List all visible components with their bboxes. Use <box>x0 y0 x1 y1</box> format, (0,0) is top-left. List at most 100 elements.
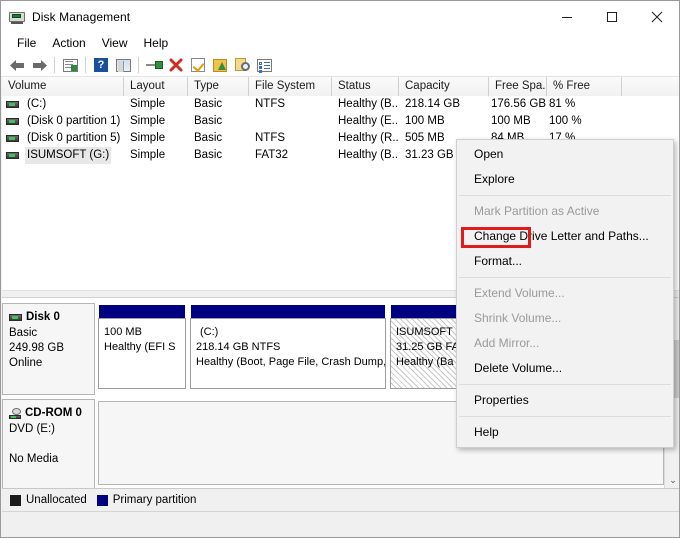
disk-state: Online <box>9 357 43 369</box>
cell-percent-free: 100 % <box>549 115 582 127</box>
disk-type: DVD (E:) <box>9 423 55 435</box>
context-menu-item-shrink-volume: Shrink Volume... <box>474 311 562 325</box>
partition-size: 100 MB <box>104 326 142 338</box>
cell-layout: Simple <box>130 149 166 161</box>
cell-volume: (Disk 0 partition 1) <box>2 113 124 130</box>
cd-rom-icon <box>9 408 22 419</box>
legend-swatch-primary-partition <box>96 494 108 506</box>
cell-status: Healthy (R... <box>338 132 399 144</box>
status-bar <box>2 511 679 537</box>
rescan-disks-icon[interactable] <box>143 55 165 76</box>
disk-header: CD-ROM 0 <box>9 406 94 421</box>
context-menu-item-explore[interactable]: Explore <box>457 167 673 192</box>
context-menu-item-format[interactable]: Format... <box>457 249 673 274</box>
window-controls <box>544 1 679 32</box>
legend-swatch-unallocated <box>10 494 21 506</box>
properties-icon[interactable] <box>253 55 275 76</box>
partition-size: 218.14 GB NTFS <box>196 341 281 353</box>
volume-list-header: Volume Layout Type File System Status Ca… <box>2 77 679 96</box>
cell-layout: Simple <box>130 132 166 144</box>
legend-label-unallocated: Unallocated <box>26 494 87 506</box>
menu-action[interactable]: Action <box>44 34 93 52</box>
column-header-free-space[interactable]: Free Spa... <box>489 77 547 96</box>
context-menu-separator <box>459 416 671 417</box>
menu-help[interactable]: Help <box>136 34 177 52</box>
cell-status: Healthy (E... <box>338 115 399 127</box>
context-menu-item-add-mirror: Add Mirror... <box>474 336 540 350</box>
toolbar-separator <box>85 57 86 73</box>
cell-layout: Simple <box>130 98 166 110</box>
toolbar-separator <box>54 57 55 73</box>
cell-status: Healthy (B... <box>338 149 399 161</box>
show-hide-console-tree-icon[interactable] <box>59 55 81 76</box>
context-menu-item-extend-volume: Extend Volume... <box>474 286 565 300</box>
column-header-layout[interactable]: Layout <box>124 77 188 96</box>
table-row[interactable]: (C:) Simple Basic NTFS Healthy (B... 218… <box>2 96 679 113</box>
cell-file-system: FAT32 <box>255 149 289 161</box>
cell-file-system: NTFS <box>255 132 286 144</box>
cell-free-space: 176.56 GB <box>491 98 546 110</box>
column-header-volume[interactable]: Volume <box>2 77 124 96</box>
properties-search-icon[interactable] <box>231 55 253 76</box>
close-button[interactable] <box>634 1 679 32</box>
disk-name: CD-ROM 0 <box>25 407 82 419</box>
cell-free-space: 100 MB <box>491 115 531 127</box>
legend-item-unallocated: Unallocated <box>10 494 87 506</box>
table-row[interactable]: (Disk 0 partition 1) Simple Basic Health… <box>2 113 679 130</box>
legend: Unallocated Primary partition <box>2 488 679 511</box>
column-header-capacity[interactable]: Capacity <box>399 77 489 96</box>
column-header-status[interactable]: Status <box>332 77 399 96</box>
menu-view[interactable]: View <box>94 34 136 52</box>
column-header-blank[interactable] <box>622 77 679 96</box>
context-menu-item-open[interactable]: Open <box>457 142 673 167</box>
cell-type: Basic <box>194 149 223 161</box>
menu-file[interactable]: File <box>9 34 44 52</box>
drive-icon <box>6 152 19 159</box>
help-icon[interactable]: ? <box>90 55 112 76</box>
cell-type: Basic <box>194 132 223 144</box>
disk-name: Disk 0 <box>26 311 60 323</box>
maximize-button[interactable] <box>589 1 634 32</box>
drive-icon <box>6 101 19 108</box>
column-header-file-system[interactable]: File System <box>249 77 332 96</box>
partition-body: 100 MB Healthy (EFI S <box>98 318 186 389</box>
disk-management-window: Disk Management File Action View Help ? … <box>0 0 680 538</box>
title-bar: Disk Management <box>1 1 679 32</box>
new-volume-icon[interactable] <box>209 55 231 76</box>
back-arrow-icon[interactable] <box>6 55 28 76</box>
cell-status: Healthy (B... <box>338 98 399 110</box>
partition-c[interactable]: (C:) 218.14 GB NTFS Healthy (Boot, Page … <box>190 305 386 389</box>
partition-efi[interactable]: 100 MB Healthy (EFI S <box>98 305 186 389</box>
delete-icon[interactable] <box>165 55 187 76</box>
cell-volume: (C:) <box>2 96 124 113</box>
chevron-down-icon[interactable]: ⌄ <box>665 475 679 486</box>
disk-info-cdrom0[interactable]: CD-ROM 0 DVD (E:) No Media <box>2 399 95 488</box>
context-menu-separator <box>459 195 671 196</box>
disk-header: Disk 0 <box>9 310 94 325</box>
disk-state: No Media <box>9 453 59 465</box>
cell-layout: Simple <box>130 115 166 127</box>
column-header-type[interactable]: Type <box>188 77 249 96</box>
partition-color-bar <box>190 305 386 318</box>
context-menu-item-properties[interactable]: Properties <box>457 388 673 413</box>
legend-item-primary-partition: Primary partition <box>96 494 196 506</box>
context-menu-item-delete-volume[interactable]: Delete Volume... <box>457 356 673 381</box>
disk-info-disk0[interactable]: Disk 0 Basic 249.98 GB Online <box>2 303 95 395</box>
disk-type: Basic <box>9 327 38 339</box>
window-title: Disk Management <box>32 9 131 24</box>
minimize-button[interactable] <box>544 1 589 32</box>
disk-management-icon <box>9 9 25 25</box>
context-menu-item-help[interactable]: Help <box>457 420 673 445</box>
partition-body: (C:) 218.14 GB NTFS Healthy (Boot, Page … <box>190 318 386 389</box>
partition-label: (C:) <box>200 326 219 338</box>
context-menu-separator <box>459 384 671 385</box>
check-icon[interactable] <box>187 55 209 76</box>
forward-arrow-icon[interactable] <box>28 55 50 76</box>
action-menu-icon[interactable] <box>112 55 134 76</box>
partition-status: Healthy (EFI S <box>104 341 176 353</box>
drive-icon <box>6 118 19 125</box>
context-menu-item-mark-partition-as-active: Mark Partition as Active <box>474 204 600 218</box>
column-header-percent-free[interactable]: % Free <box>547 77 622 96</box>
disk-size: 249.98 GB <box>9 342 64 354</box>
cell-percent-free: 81 % <box>549 98 576 110</box>
